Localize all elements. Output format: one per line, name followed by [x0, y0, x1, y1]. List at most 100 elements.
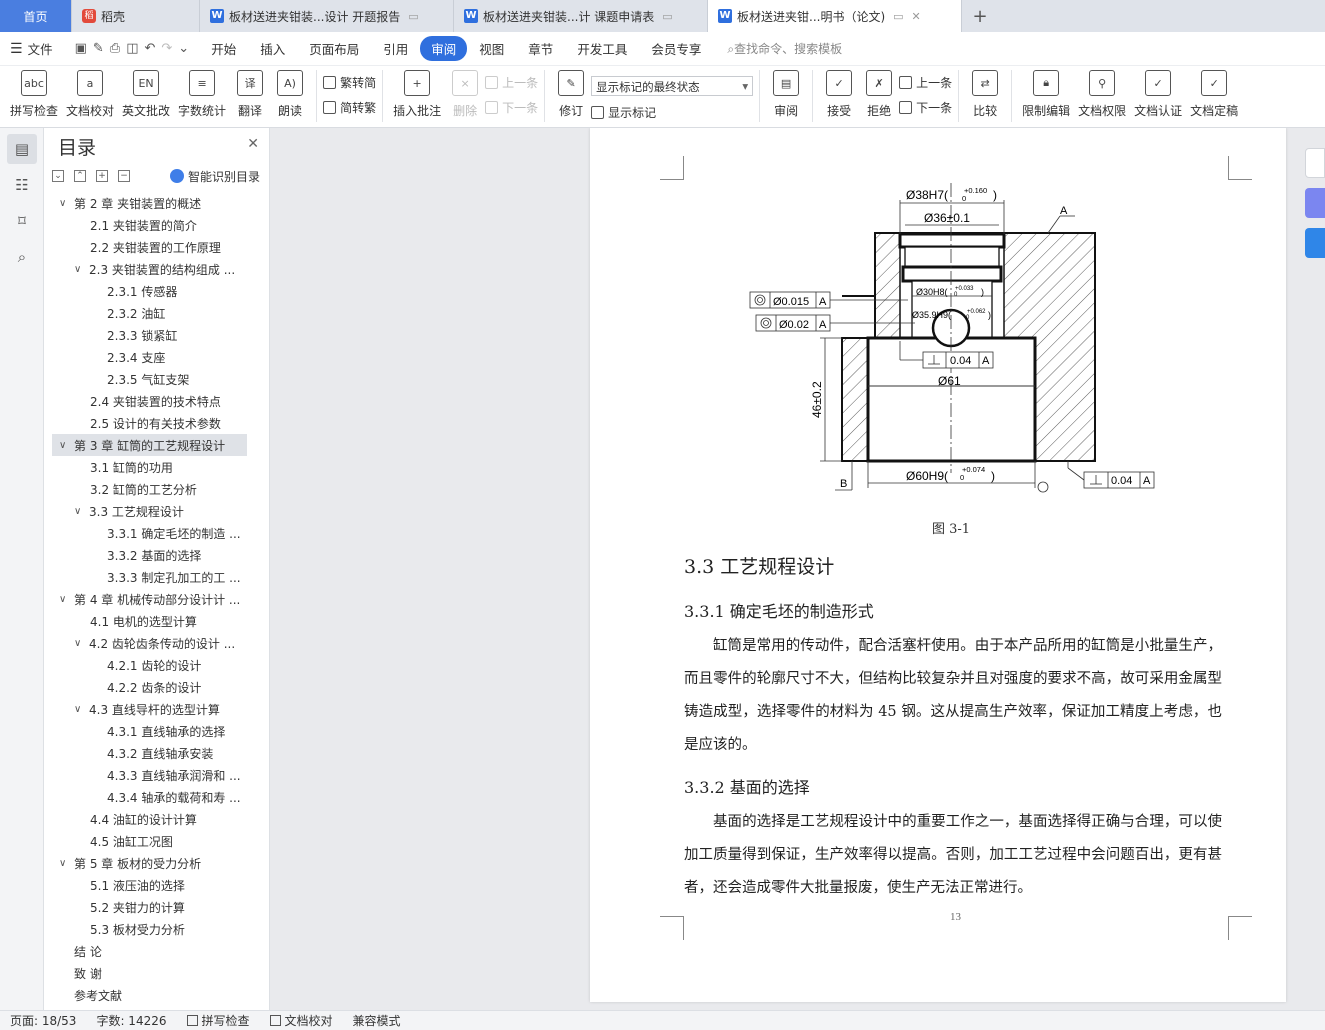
- chevron-down-icon[interactable]: ∨: [74, 506, 81, 517]
- toc-item[interactable]: 4.2.2 齿条的设计: [52, 676, 247, 698]
- toc-item[interactable]: 2.4 夹钳装置的技术特点: [52, 390, 247, 412]
- add-level-icon[interactable]: +: [96, 170, 108, 182]
- toc-item[interactable]: 4.4 油缸的设计计算: [52, 808, 247, 830]
- page-indicator[interactable]: 页面: 18/53: [10, 1012, 76, 1029]
- toc-item[interactable]: 2.3.5 气缸支架: [52, 368, 247, 390]
- toc-item[interactable]: ∨ 2.3 夹钳装置的结构组成 ...: [52, 258, 247, 280]
- toc-item[interactable]: 2.3.2 油缸: [52, 302, 247, 324]
- collapse-all-icon[interactable]: ⌃: [74, 170, 86, 182]
- reject-button[interactable]: ✗ 拒绝: [859, 70, 899, 119]
- show-markup-button[interactable]: 显示标记: [591, 104, 753, 121]
- chevron-down-icon[interactable]: ∨: [59, 440, 66, 451]
- toc-item[interactable]: 2.3.3 锁紧缸: [52, 324, 247, 346]
- toc-item[interactable]: ∨ 4.3 直线导杆的选型计算: [52, 698, 247, 720]
- toc-item[interactable]: ∨ 4.2 齿轮齿条传动的设计 ...: [52, 632, 247, 654]
- remove-level-icon[interactable]: −: [118, 170, 130, 182]
- status-spell-check[interactable]: 拼写检查: [186, 1012, 250, 1029]
- toc-item[interactable]: 4.3.3 直线轴承润滑和 ...: [52, 764, 247, 786]
- menu-review[interactable]: 审阅: [420, 36, 468, 61]
- toc-item[interactable]: ∨ 第 5 章 板材的受力分析: [52, 852, 247, 874]
- format-painter-icon[interactable]: ✎: [93, 41, 104, 56]
- toc-item[interactable]: 结 论: [52, 940, 247, 962]
- tab-doc-proposal[interactable]: W 板材送进夹钳装...设计 开题报告 ▭: [200, 0, 454, 32]
- toc-item[interactable]: 4.1 电机的选型计算: [52, 610, 247, 632]
- find-button[interactable]: ⌕: [7, 242, 37, 272]
- tab-doc-application[interactable]: W 板材送进夹钳装...计 课题申请表 ▭: [454, 0, 708, 32]
- screen-icon[interactable]: ▭: [662, 10, 672, 23]
- menu-developer[interactable]: 开发工具: [565, 39, 639, 58]
- toc-item[interactable]: 4.2.1 齿轮的设计: [52, 654, 247, 676]
- doc-final-button[interactable]: ✓ 文档定稿: [1186, 70, 1242, 119]
- next-change-button[interactable]: 下一条: [899, 99, 952, 116]
- track-changes-button[interactable]: ✎ 修订: [551, 70, 591, 119]
- toc-item[interactable]: 5.2 夹钳力的计算: [52, 896, 247, 918]
- review-pane-button[interactable]: ▤ 审阅: [766, 70, 806, 119]
- menu-layout[interactable]: 页面布局: [297, 39, 371, 58]
- toc-item[interactable]: 2.1 夹钳装置的简介: [52, 214, 247, 236]
- save-icon[interactable]: ▣: [75, 41, 87, 56]
- toc-item[interactable]: ∨ 第 3 章 缸筒的工艺规程设计: [52, 434, 247, 456]
- undo-icon[interactable]: ↶: [144, 41, 155, 56]
- chevron-down-icon[interactable]: ∨: [74, 638, 81, 649]
- toc-item[interactable]: ∨ 第 4 章 机械传动部分设计计 ...: [52, 588, 247, 610]
- toc-item[interactable]: 3.3.2 基面的选择: [52, 544, 247, 566]
- toc-item[interactable]: 3.3.3 制定孔加工的工 ...: [52, 566, 247, 588]
- spell-check-button[interactable]: abc 拼写检查: [6, 70, 62, 119]
- toc-item[interactable]: 4.3.1 直线轴承的选择: [52, 720, 247, 742]
- menu-member[interactable]: 会员专享: [639, 39, 713, 58]
- simp-to-trad-button[interactable]: 简转繁: [323, 99, 376, 116]
- chevron-down-icon[interactable]: ∨: [74, 264, 81, 275]
- chevron-down-icon[interactable]: ∨: [59, 858, 66, 869]
- toc-item[interactable]: 3.3.1 确定毛坯的制造 ...: [52, 522, 247, 544]
- toc-item[interactable]: 4.5 油缸工况图: [52, 830, 247, 852]
- toc-item[interactable]: ∨ 3.3 工艺规程设计: [52, 500, 247, 522]
- tab-doc-thesis[interactable]: W 板材送进夹钳...明书（论文) ▭ ✕: [708, 0, 962, 32]
- translate-button[interactable]: 译翻译: [230, 70, 270, 119]
- accept-button[interactable]: ✓ 接受: [819, 70, 859, 119]
- restrict-edit-button[interactable]: 🔒︎ 限制编辑: [1018, 70, 1074, 119]
- tab-home[interactable]: 首页: [0, 0, 72, 32]
- trad-to-simp-button[interactable]: 繁转简: [323, 74, 376, 91]
- redo-icon[interactable]: ↷: [161, 41, 172, 56]
- bookmark-button[interactable]: ⌑: [7, 206, 37, 236]
- chevron-down-icon[interactable]: ∨: [74, 704, 81, 715]
- toc-item[interactable]: 2.3.4 支座: [52, 346, 247, 368]
- menu-file[interactable]: 文件: [28, 39, 65, 58]
- print-icon[interactable]: ⎙: [110, 41, 120, 56]
- toc-item[interactable]: 5.3 板材受力分析: [52, 918, 247, 940]
- doc-rights-button[interactable]: ⚲ 文档权限: [1074, 70, 1130, 119]
- chapter-nav-button[interactable]: ☷: [7, 170, 37, 200]
- close-icon[interactable]: ✕: [247, 136, 259, 152]
- toc-item[interactable]: 2.2 夹钳装置的工作原理: [52, 236, 247, 258]
- close-icon[interactable]: ✕: [912, 10, 921, 23]
- toc-item[interactable]: 致 谢: [52, 962, 247, 984]
- menu-reference[interactable]: 引用: [371, 39, 420, 58]
- read-aloud-button[interactable]: A) 朗读: [270, 70, 310, 119]
- toc-item[interactable]: ∨ 第 2 章 夹钳装置的概述: [52, 192, 247, 214]
- prev-change-button[interactable]: 上一条: [899, 74, 952, 91]
- word-count-button[interactable]: ≡ 字数统计: [174, 70, 230, 119]
- menu-insert[interactable]: 插入: [248, 39, 297, 58]
- compare-button[interactable]: ⇄ 比较: [965, 70, 1005, 119]
- toc-item[interactable]: 3.2 缸筒的工艺分析: [52, 478, 247, 500]
- toc-item[interactable]: 5.1 液压油的选择: [52, 874, 247, 896]
- doc-proof-button[interactable]: a 文档校对: [62, 70, 118, 119]
- delete-comment-button[interactable]: × 删除: [445, 70, 485, 119]
- tab-docer[interactable]: 稻稻壳: [72, 0, 200, 32]
- menu-view[interactable]: 视图: [467, 39, 516, 58]
- insert-comment-button[interactable]: + 插入批注: [389, 70, 445, 119]
- toc-item[interactable]: 4.3.4 轴承的载荷和寿 ...: [52, 786, 247, 808]
- prev-comment-button[interactable]: 上一条: [485, 74, 538, 91]
- markup-state-select[interactable]: 显示标记的最终状态: [591, 76, 754, 96]
- toc-item[interactable]: 3.1 缸筒的功用: [52, 456, 247, 478]
- doc-assistant-icon[interactable]: [1305, 228, 1325, 258]
- more-icon[interactable]: ⌄: [178, 41, 189, 56]
- english-review-button[interactable]: EN 英文批改: [118, 70, 174, 119]
- expand-all-icon[interactable]: ⌄: [52, 170, 64, 182]
- screen-icon[interactable]: ▭: [408, 10, 418, 23]
- status-doc-proof[interactable]: 文档校对: [269, 1012, 333, 1029]
- print-preview-icon[interactable]: ◫: [126, 41, 138, 56]
- ai-writing-icon[interactable]: [1305, 188, 1325, 218]
- toc-pane-button[interactable]: ▤: [7, 134, 37, 164]
- hamburger-icon[interactable]: ☰: [10, 41, 23, 57]
